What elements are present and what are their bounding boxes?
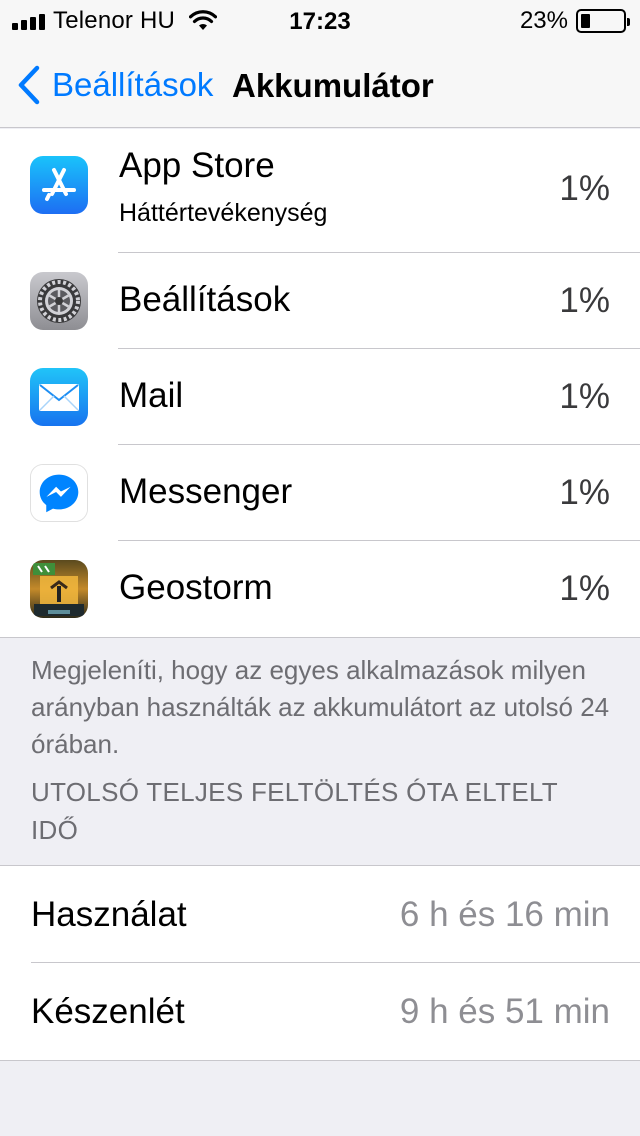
app-subtitle: Háttértevékenység [119, 199, 328, 227]
app-percent: 1% [559, 281, 610, 320]
standby-row: Készenlét 9 h és 51 min [0, 963, 640, 1060]
battery-percent: 23% [519, 7, 568, 34]
app-row-geostorm[interactable]: Geostorm 1% [0, 541, 640, 637]
back-button-label: Beállítások [52, 66, 214, 103]
status-bar: Telenor HU 17:23 23% [0, 0, 640, 40]
app-row-messenger[interactable]: Messenger 1% [0, 445, 640, 541]
app-name: Geostorm [119, 568, 273, 607]
messenger-icon [30, 464, 88, 522]
app-store-icon [30, 156, 88, 214]
app-name: Mail [119, 376, 184, 415]
app-usage-list: App Store Háttértevékenység 1% Beállítás… [0, 129, 640, 638]
mail-icon [30, 368, 88, 426]
app-percent: 1% [559, 569, 610, 608]
page-title: Akkumulátor [232, 67, 434, 104]
geostorm-icon [30, 560, 88, 618]
standby-label: Készenlét [31, 992, 185, 1031]
app-percent: 1% [559, 377, 610, 416]
time-usage-list: Használat 6 h és 16 min Készenlét 9 h és… [0, 865, 640, 1061]
usage-value: 6 h és 16 min [399, 895, 610, 934]
navigation-bar: Beállítások Akkumulátor [0, 40, 640, 128]
app-row-mail[interactable]: Mail 1% [0, 349, 640, 445]
settings-gear-icon [30, 272, 88, 330]
app-percent: 1% [559, 169, 610, 208]
app-name: Messenger [119, 472, 293, 511]
chevron-left-icon [18, 65, 40, 105]
battery-icon [576, 9, 630, 33]
app-row-settings[interactable]: Beállítások 1% [0, 253, 640, 349]
app-row-app-store[interactable]: App Store Háttértevékenység 1% [0, 129, 640, 253]
app-percent: 1% [559, 473, 610, 512]
app-name: App Store [119, 146, 275, 185]
usage-explanation: Megjeleníti, hogy az egyes alkalmazások … [31, 655, 610, 759]
app-name: Beállítások [119, 280, 291, 319]
status-right: 23% [519, 7, 630, 34]
usage-label: Használat [31, 895, 187, 934]
back-button[interactable]: Beállítások [16, 64, 213, 106]
standby-value: 9 h és 51 min [399, 992, 610, 1031]
usage-row: Használat 6 h és 16 min [0, 866, 640, 963]
section-header-since-last-charge: UTOLSÓ TELJES FELTÖLTÉS ÓTA ELTELT IDŐ [31, 777, 558, 845]
